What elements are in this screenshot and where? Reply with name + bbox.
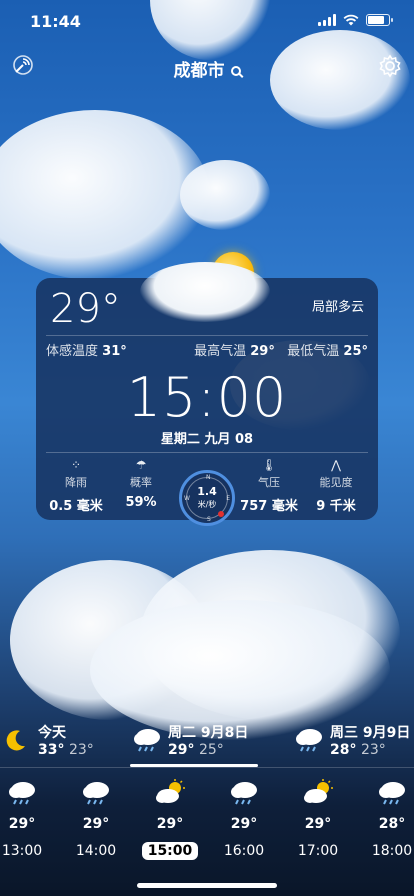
feels-like-value: 31° bbox=[102, 344, 127, 359]
hour-temp: 29° bbox=[304, 816, 332, 832]
day-high: 29° bbox=[168, 742, 195, 758]
high-value: 29° bbox=[250, 344, 275, 359]
visibility-value: 9 千米 bbox=[316, 499, 356, 514]
day-wednesday[interactable]: 周三 9月9日 28° 23° bbox=[292, 718, 414, 764]
day-name: 周三 9月9日 bbox=[330, 725, 411, 741]
search-icon bbox=[230, 66, 241, 76]
hour-temp: 29° bbox=[156, 816, 184, 832]
low-label: 最低气温 bbox=[287, 344, 340, 359]
day-high: 33° bbox=[38, 742, 65, 758]
hour-item[interactable]: 29° 17:00 bbox=[288, 778, 348, 860]
compass-s: S bbox=[207, 516, 211, 523]
rain-cloud-icon bbox=[379, 782, 405, 805]
hour-time: 15:00 bbox=[141, 842, 199, 860]
hour-item-selected[interactable]: 29° 15:00 bbox=[140, 778, 200, 860]
hour-temp: 28° bbox=[378, 816, 406, 832]
cloud-icon bbox=[140, 262, 270, 322]
rain-value: 0.5 毫米 bbox=[49, 499, 103, 514]
day-low: 23° bbox=[68, 742, 94, 758]
compass-n: N bbox=[206, 474, 211, 481]
hour-item[interactable]: 28° 18:00 bbox=[362, 778, 414, 860]
stat-pressure: 🌡︎ 气压 757 毫米 bbox=[239, 458, 299, 514]
city-name: 成都市 bbox=[173, 61, 225, 81]
hour-time: 16:00 bbox=[223, 843, 265, 859]
sun-cloud-icon bbox=[156, 779, 185, 803]
hour-temp: 29° bbox=[230, 816, 258, 832]
wind-compass: N W E S 1.4 米/秒 bbox=[179, 470, 235, 526]
probability-label: 概率 bbox=[130, 476, 152, 489]
hour-time: 13:00 bbox=[1, 843, 43, 859]
stat-rain: ⁘ 降雨 0.5 毫米 bbox=[46, 458, 106, 514]
divider bbox=[46, 335, 368, 336]
wind-speed-value: 1.4 bbox=[197, 485, 217, 498]
city-selector[interactable]: 成都市 bbox=[0, 56, 414, 81]
wind-direction-indicator bbox=[218, 511, 224, 517]
hour-item[interactable]: 29° 14:00 bbox=[66, 778, 126, 860]
cloud bbox=[0, 110, 210, 280]
hour-time: 14:00 bbox=[75, 843, 117, 859]
hour-item[interactable]: 29° 16:00 bbox=[214, 778, 274, 860]
feels-like-label: 体感温度 bbox=[46, 344, 99, 359]
hour-temp: 29° bbox=[82, 816, 110, 832]
hour-item[interactable]: 29° 13:00 bbox=[0, 778, 52, 860]
clock-time: 15:00 bbox=[126, 366, 288, 429]
status-bar: 11:44 bbox=[0, 0, 414, 44]
high-label: 最高气温 bbox=[194, 344, 247, 359]
moon-icon bbox=[6, 730, 25, 751]
hour-time: 17:00 bbox=[297, 843, 339, 859]
stat-visibility: ⋀ 能见度 9 千米 bbox=[306, 458, 366, 514]
day-temps: 33° 23° bbox=[38, 742, 94, 758]
current-date: 星期二 九月 08 bbox=[160, 432, 254, 447]
rain-cloud-icon bbox=[231, 782, 257, 805]
hourly-forecast: 29° 13:00 29° 14:00 29° 15:00 29° 16:00 … bbox=[0, 778, 414, 868]
rain-label: 降雨 bbox=[65, 476, 87, 489]
divider bbox=[0, 767, 414, 768]
day-name: 周二 9月8日 bbox=[168, 725, 249, 741]
status-time: 11:44 bbox=[30, 12, 81, 31]
day-temps: 29° 25° bbox=[168, 742, 224, 758]
rain-cloud-icon bbox=[296, 729, 322, 752]
day-low: 23° bbox=[360, 742, 386, 758]
stat-probability: ☂ 概率 59% bbox=[111, 458, 171, 510]
day-name: 今天 bbox=[38, 725, 66, 741]
selected-day-indicator bbox=[130, 764, 258, 767]
battery-icon bbox=[366, 14, 393, 26]
status-icons bbox=[318, 14, 393, 26]
day-tuesday[interactable]: 周二 9月8日 29° 25° bbox=[130, 718, 270, 764]
day-today[interactable]: 今天 33° 23° bbox=[0, 718, 120, 764]
rain-cloud-icon bbox=[134, 729, 160, 752]
current-temperature: 29° bbox=[50, 286, 121, 332]
day-low: 25° bbox=[198, 742, 224, 758]
hour-time: 18:00 bbox=[371, 843, 413, 859]
road-icon: ⋀ bbox=[331, 458, 341, 472]
cloud bbox=[180, 160, 270, 230]
weather-description: 局部多云 bbox=[311, 300, 364, 315]
signal-icon bbox=[318, 14, 336, 26]
wind-speed-unit: 米/秒 bbox=[197, 500, 217, 509]
pressure-label: 气压 bbox=[258, 476, 280, 489]
sun-cloud-icon bbox=[304, 779, 333, 803]
probability-value: 59% bbox=[125, 495, 157, 510]
day-temps: 28° 23° bbox=[330, 742, 386, 758]
daily-forecast: 今天 33° 23° 周二 9月8日 29° 25° 周三 9月9日 28° 2… bbox=[0, 718, 414, 768]
thermometer-icon: 🌡︎ bbox=[261, 458, 277, 472]
wifi-icon bbox=[343, 14, 359, 26]
top-bar: 成都市 bbox=[0, 54, 414, 81]
hour-temp: 29° bbox=[8, 816, 36, 832]
divider bbox=[46, 452, 368, 453]
low-value: 25° bbox=[343, 344, 368, 359]
home-indicator[interactable] bbox=[137, 883, 277, 888]
umbrella-icon: ☂ bbox=[135, 458, 147, 472]
rain-cloud-icon bbox=[9, 782, 35, 805]
visibility-label: 能见度 bbox=[319, 476, 353, 489]
rain-cloud-icon bbox=[83, 782, 109, 805]
gear-icon[interactable] bbox=[378, 54, 402, 78]
rain-drops-icon: ⁘ bbox=[70, 458, 82, 472]
pressure-value: 757 毫米 bbox=[240, 499, 298, 514]
day-high: 28° bbox=[330, 742, 357, 758]
